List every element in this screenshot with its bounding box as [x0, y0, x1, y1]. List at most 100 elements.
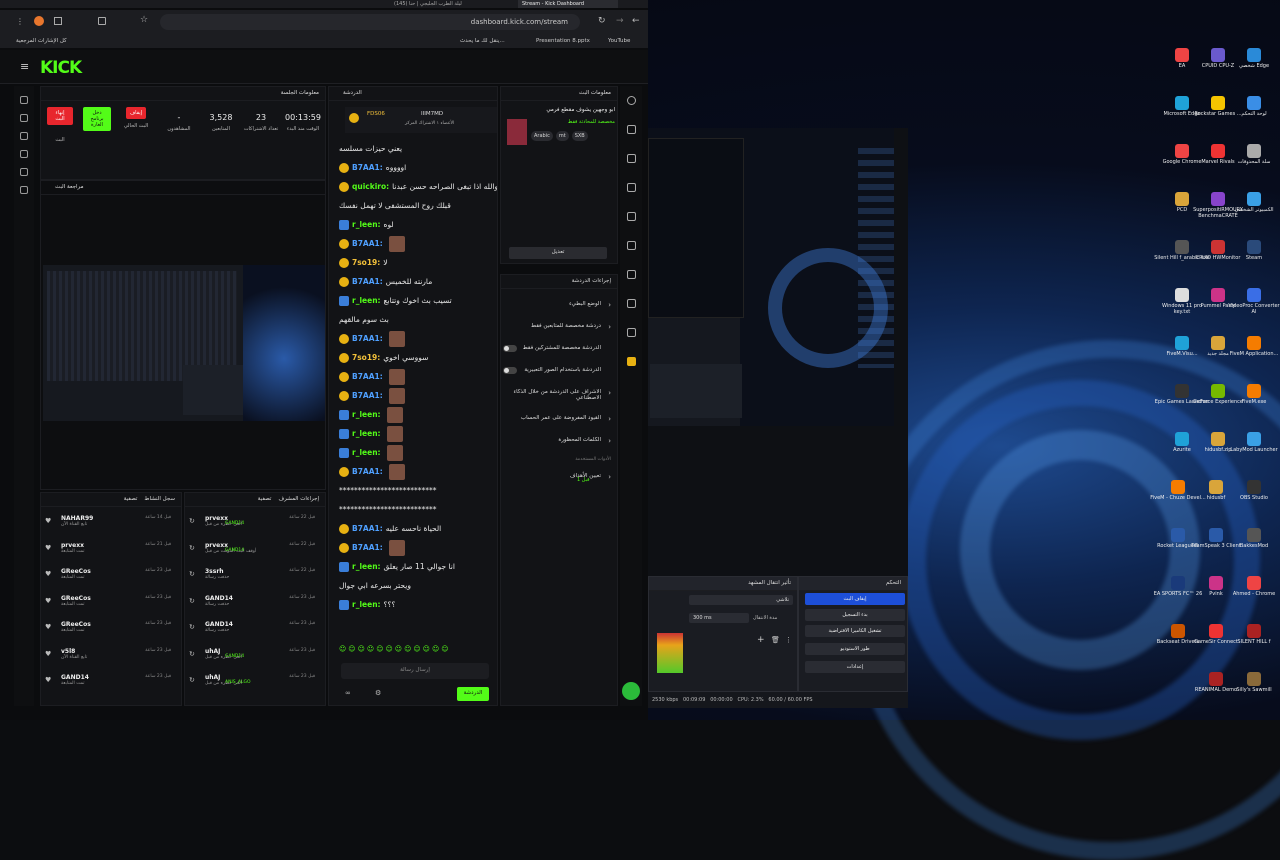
- community-icon[interactable]: [20, 168, 28, 176]
- chat-username[interactable]: B7AA1:: [352, 163, 383, 172]
- bookmark-pptx[interactable]: Presentation 8.pptx: [536, 38, 590, 44]
- chat-username[interactable]: B7AA1:: [352, 277, 383, 286]
- desktop-icon[interactable]: Microsoft Edge: [1154, 96, 1210, 134]
- toggle-switch[interactable]: [503, 367, 517, 374]
- more-icon[interactable]: ⋮: [785, 636, 792, 644]
- wrench-icon[interactable]: [626, 328, 636, 337]
- desktop-icon[interactable]: Azurite: [1154, 432, 1210, 470]
- chat-settings-icon[interactable]: ⚙: [375, 689, 381, 697]
- split-icon[interactable]: [626, 270, 636, 279]
- chat-username[interactable]: r_leen:: [352, 220, 381, 229]
- support-icon[interactable]: [622, 682, 640, 700]
- edit-stream-button[interactable]: تعديل: [509, 247, 607, 259]
- tab-kick-dashboard[interactable]: Stream - Kick Dashboard: [518, 0, 618, 8]
- menu-dots-icon[interactable]: ⋮: [16, 17, 24, 26]
- chat-message: ويحتر بسرعه ابي جوال: [329, 576, 497, 595]
- profile-icon[interactable]: [34, 16, 44, 26]
- desktop-icon[interactable]: Google Chrome: [1154, 144, 1210, 182]
- hamburger-icon[interactable]: ≡: [20, 60, 29, 73]
- chat-username[interactable]: B7AA1:: [352, 391, 383, 400]
- desktop-icon[interactable]: Windows 11 pro key.txt: [1154, 288, 1210, 326]
- desktop-icon[interactable]: REANIMAL Demo: [1188, 672, 1244, 710]
- trash-icon[interactable]: 🗑: [771, 636, 780, 644]
- forward-icon[interactable]: →: [616, 16, 624, 26]
- emote-bar[interactable]: ☺☺☺☺☺☺☺☺☺☺☺☺: [339, 645, 489, 657]
- info-icon[interactable]: [626, 96, 636, 105]
- chat-username[interactable]: B7AA1:: [352, 372, 383, 381]
- chat-bubble-icon[interactable]: [626, 241, 636, 250]
- bookmark-youtube[interactable]: YouTube: [608, 38, 630, 44]
- stream-icon[interactable]: [20, 114, 28, 122]
- desktop-icon[interactable]: FiveM.Visu...: [1154, 336, 1210, 374]
- desktop-icon[interactable]: EA SPORTS FC™ 26: [1150, 576, 1206, 614]
- start-recording-button[interactable]: بدء التسجيل: [805, 609, 905, 621]
- desktop-icon[interactable]: Backseat Drivers: [1150, 624, 1206, 662]
- chat-username[interactable]: r_leen:: [352, 448, 381, 457]
- chat-input[interactable]: إرسال رسالة: [341, 663, 489, 679]
- chat-username[interactable]: r_leen:: [352, 296, 381, 305]
- chat-message: r_leen:: [329, 424, 497, 443]
- chat-username[interactable]: B7AA1:: [352, 543, 383, 552]
- desktop-icon[interactable]: PCD: [1154, 192, 1210, 230]
- chat-username[interactable]: B7AA1:: [352, 239, 383, 248]
- star-icon[interactable]: ☆: [140, 15, 148, 25]
- desktop-icon[interactable]: FiveM - Chuze Devel...: [1150, 480, 1206, 518]
- gift-icon[interactable]: [626, 357, 636, 366]
- reload-icon[interactable]: ↻: [598, 16, 606, 26]
- chat-username[interactable]: r_leen:: [352, 429, 381, 438]
- chat-action-item[interactable]: الكلمات المحظورة ›: [509, 437, 611, 445]
- clipboard-icon[interactable]: [626, 212, 636, 221]
- chat-username[interactable]: 7so19:: [352, 353, 380, 362]
- chat-username[interactable]: 7so19:: [352, 258, 380, 267]
- settings-button[interactable]: إعدادات: [805, 661, 905, 673]
- studio-mode-button[interactable]: طور الاستوديو: [805, 643, 905, 655]
- chat-users-icon[interactable]: ∞: [345, 689, 351, 697]
- chat-action-item[interactable]: القيود المفروضة على عمر الحساب ›: [509, 415, 611, 423]
- kick-logo[interactable]: KICK: [40, 58, 82, 78]
- activity-filter[interactable]: تصفية: [124, 496, 138, 502]
- virtual-camera-button[interactable]: تشغيل الكاميرا الافتراضية: [805, 625, 905, 637]
- address-bar[interactable]: dashboard.kick.com/stream: [160, 14, 580, 30]
- wallet-icon[interactable]: [20, 150, 28, 158]
- chat-username[interactable]: B7AA1:: [352, 334, 383, 343]
- chat-username[interactable]: quickiro:: [352, 182, 389, 191]
- pause-button[interactable]: إيقاف: [125, 107, 147, 119]
- chat-action-item[interactable]: دردشة مخصصة للمتابعين فقط ›: [509, 323, 611, 331]
- stop-stream-button[interactable]: إيقاف البث: [805, 593, 905, 605]
- home-icon[interactable]: [20, 96, 28, 104]
- tab-youtube[interactable]: (145) ليلة الطرب الجليجي | حنا: [390, 0, 508, 8]
- add-icon[interactable]: +: [757, 635, 765, 645]
- close-icon[interactable]: [626, 154, 636, 163]
- all-bookmarks[interactable]: كل الإشارات المرجعية: [16, 38, 67, 44]
- chat-username[interactable]: r_leen:: [352, 600, 381, 609]
- chat-username[interactable]: B7AA1:: [352, 467, 383, 476]
- app-icon: [1247, 48, 1261, 62]
- end-stream-button[interactable]: إنهاء البث: [47, 107, 73, 125]
- chat-send-button[interactable]: الدردشة: [457, 687, 489, 701]
- bookmark-x[interactable]: ينقل لك ما يحدث...: [460, 38, 505, 44]
- sidebar-icon[interactable]: [54, 17, 62, 25]
- chat-username[interactable]: r_leen:: [352, 562, 381, 571]
- desktop-icon[interactable]: EA: [1154, 48, 1210, 86]
- mod-actions-filter[interactable]: تصفية: [258, 496, 272, 502]
- transition-duration-input[interactable]: 300 ms: [689, 613, 749, 623]
- layers-icon[interactable]: [626, 299, 636, 308]
- chat-action-item[interactable]: الوضع البطيء ›: [509, 301, 611, 309]
- chat-action-item[interactable]: الدردشة باستخدام الصور التعبيرية: [503, 367, 601, 374]
- trophy-icon[interactable]: [20, 132, 28, 140]
- chat-action-item[interactable]: الدردشة مخصصة للمشتركين فقط: [503, 345, 601, 352]
- desktop-icon[interactable]: Epic Games Launcher: [1154, 384, 1210, 422]
- desktop-icon[interactable]: Rocket League®: [1150, 528, 1206, 566]
- pencil-icon[interactable]: [626, 125, 636, 134]
- lightning-icon[interactable]: [626, 183, 636, 192]
- chat-action-item[interactable]: الاشراف على الدردشة من خلال الذكاء الاصط…: [509, 389, 611, 401]
- gear-icon[interactable]: [20, 186, 28, 194]
- screenshot-icon[interactable]: [98, 17, 106, 25]
- toggle-switch[interactable]: [503, 345, 517, 352]
- raid-button[interactable]: دخل برنامج الغارة: [83, 107, 111, 131]
- chat-username[interactable]: B7AA1:: [352, 524, 383, 533]
- transition-select[interactable]: تلاشي: [689, 595, 793, 605]
- desktop-icon[interactable]: Silent Hill f_arabic.exe: [1154, 240, 1210, 278]
- chat-username[interactable]: r_leen:: [352, 410, 381, 419]
- back-icon[interactable]: ←: [632, 16, 640, 26]
